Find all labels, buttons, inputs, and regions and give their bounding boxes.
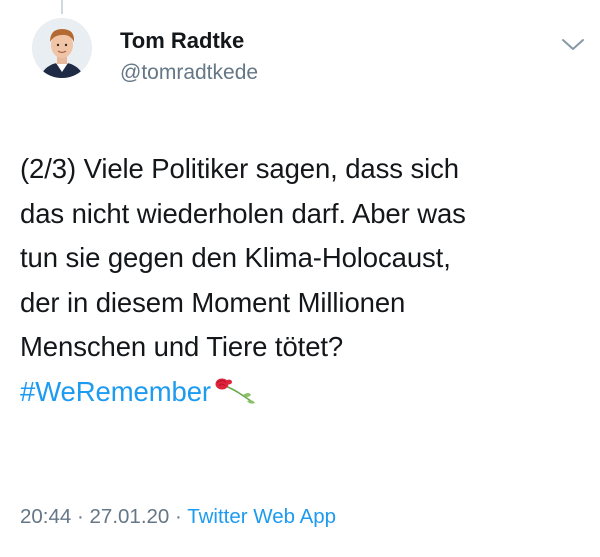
tweet-text-line: das nicht wiederholen darf. Aber was [20,197,466,229]
chevron-down-icon[interactable] [560,36,586,54]
tweet-source-link[interactable]: Twitter Web App [187,505,336,528]
hashtag-link[interactable]: #WeRemember [20,376,211,407]
author-display-name[interactable]: Tom Radtke [120,28,244,54]
avatar[interactable] [32,18,92,78]
tweet-text-line: tun sie gegen den Klima-Holocaust, [20,242,451,273]
tweet-text-line: (2/3) Viele Politiker sagen, dass sich [20,153,459,184]
avatar-image [32,18,92,78]
hashtag-line: #WeRemember [20,370,590,415]
tweet-text: (2/3) Viele Politiker sagen, dass sich d… [20,147,590,414]
thread-connector-line [61,0,63,14]
author-handle[interactable]: @tomradtkede [120,60,258,86]
tweet-time[interactable]: 20:44 [20,505,71,528]
tweet-text-line: der in diesem Moment Millionen [20,286,406,318]
tweet-text-line: Menschen und Tiere tötet? [20,331,344,362]
tweet-meta: 20:44 · 27.01.20 · Twitter Web App [20,505,336,529]
tweet-date[interactable]: 27.01.20 [90,505,170,528]
rose-icon [213,374,257,404]
meta-separator: · [169,505,188,528]
meta-separator: · [71,505,90,528]
